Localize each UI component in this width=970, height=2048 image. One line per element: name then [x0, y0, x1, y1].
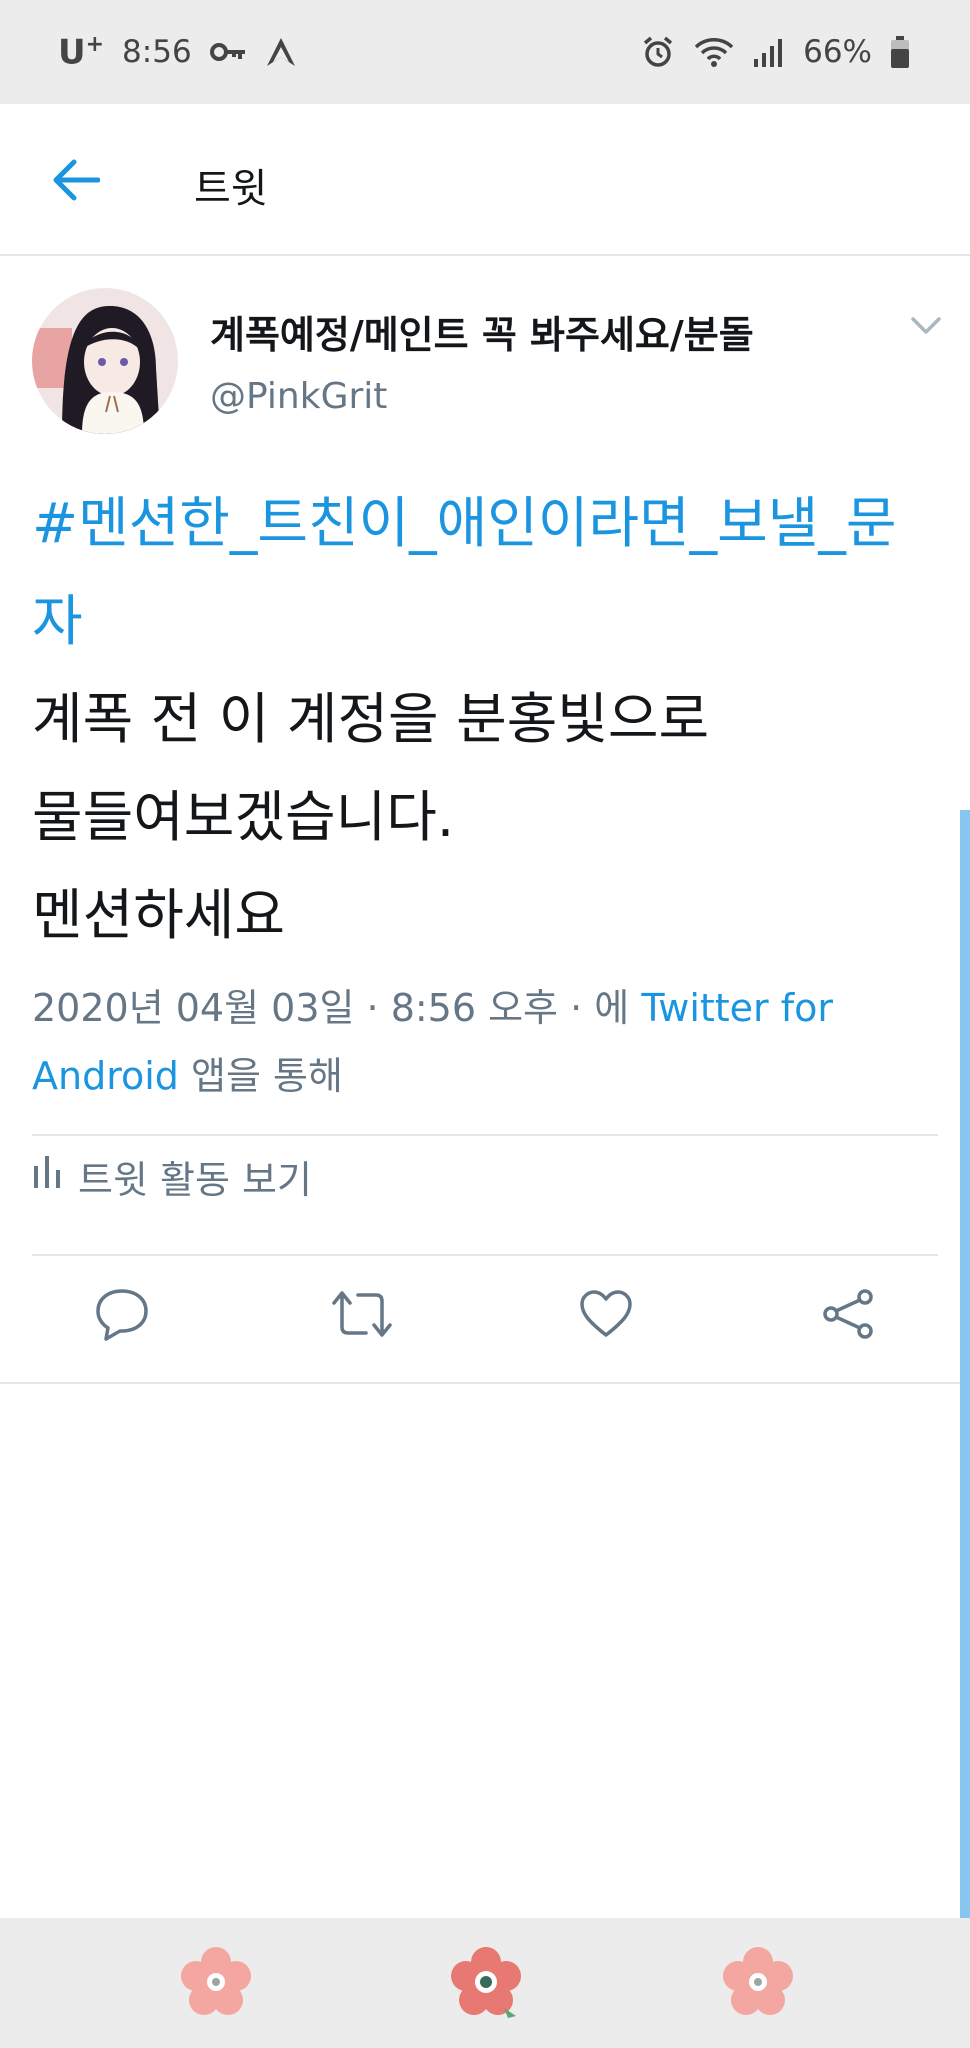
retweet-icon	[330, 1289, 394, 1343]
tweet-options-button[interactable]	[904, 306, 948, 350]
navigation-bar	[0, 1918, 970, 2048]
signal-icon	[753, 37, 785, 67]
tweet-detail: 계폭예정/메인트 꼭 봐주세요/분돌 @PinkGrit #멘션한_트친이_애인…	[0, 256, 970, 1384]
flower-icon	[718, 1942, 798, 2026]
avatar[interactable]	[32, 288, 178, 434]
display-name[interactable]: 계폭예정/메인트 꼭 봐주세요/분돌	[210, 304, 754, 359]
retweet-button[interactable]	[330, 1284, 394, 1348]
scrollbar[interactable]	[960, 810, 970, 1920]
battery-percent: 66%	[803, 34, 872, 70]
user-handle[interactable]: @PinkGrit	[210, 376, 387, 417]
home-button[interactable]	[444, 1942, 528, 2026]
recent-apps-button[interactable]	[174, 1942, 258, 2026]
tweet-timestamp: 2020년 04월 03일 · 8:56 오후 · 에	[32, 986, 642, 1030]
back-nav-button[interactable]	[716, 1942, 800, 2026]
chevron-down-icon	[910, 316, 942, 340]
tweet-actions	[0, 1256, 970, 1376]
navigation-app-icon	[264, 35, 298, 69]
flower-icon	[176, 1942, 256, 2026]
share-button[interactable]	[816, 1284, 880, 1348]
reply-icon	[94, 1287, 150, 1345]
tweet-text-line: 물들여보겠습니다.	[32, 785, 455, 849]
arrow-left-icon	[52, 158, 101, 206]
carrier-label: U+	[58, 31, 105, 73]
tweet-meta: 2020년 04월 03일 · 8:56 오후 · 에 Twitter for …	[32, 974, 912, 1110]
tweet-activity-button[interactable]: 트윗 활동 보기	[32, 1136, 312, 1216]
alarm-icon	[641, 35, 675, 69]
tweet-text-line: 계폭 전 이 계정을 분홍빛으로	[32, 687, 710, 751]
like-button[interactable]	[574, 1284, 638, 1348]
flower-icon	[446, 1942, 526, 2026]
wifi-icon	[693, 36, 735, 68]
page-title: 트윗	[194, 166, 268, 212]
analytics-icon	[32, 1154, 62, 1199]
hashtag-link[interactable]: #멘션한_트친이_애인이라면_보낼_문자	[32, 474, 932, 670]
battery-icon	[890, 36, 910, 68]
app-header: 트윗	[0, 104, 970, 256]
share-icon	[821, 1287, 875, 1345]
meta-suffix: 앱을 통해	[178, 1054, 343, 1098]
status-time: 8:56	[122, 33, 192, 70]
key-icon	[209, 40, 246, 64]
tweet-activity-label: 트윗 활동 보기	[78, 1157, 312, 1202]
back-button[interactable]	[48, 154, 104, 210]
tweet-text: #멘션한_트친이_애인이라면_보낼_문자 계폭 전 이 계정을 분홍빛으로 물들…	[32, 474, 932, 964]
reply-button[interactable]	[90, 1284, 154, 1348]
heart-icon	[578, 1289, 634, 1343]
tweet-text-line: 멘션하세요	[32, 883, 286, 947]
status-bar: U+ 8:56 66%	[0, 0, 970, 104]
